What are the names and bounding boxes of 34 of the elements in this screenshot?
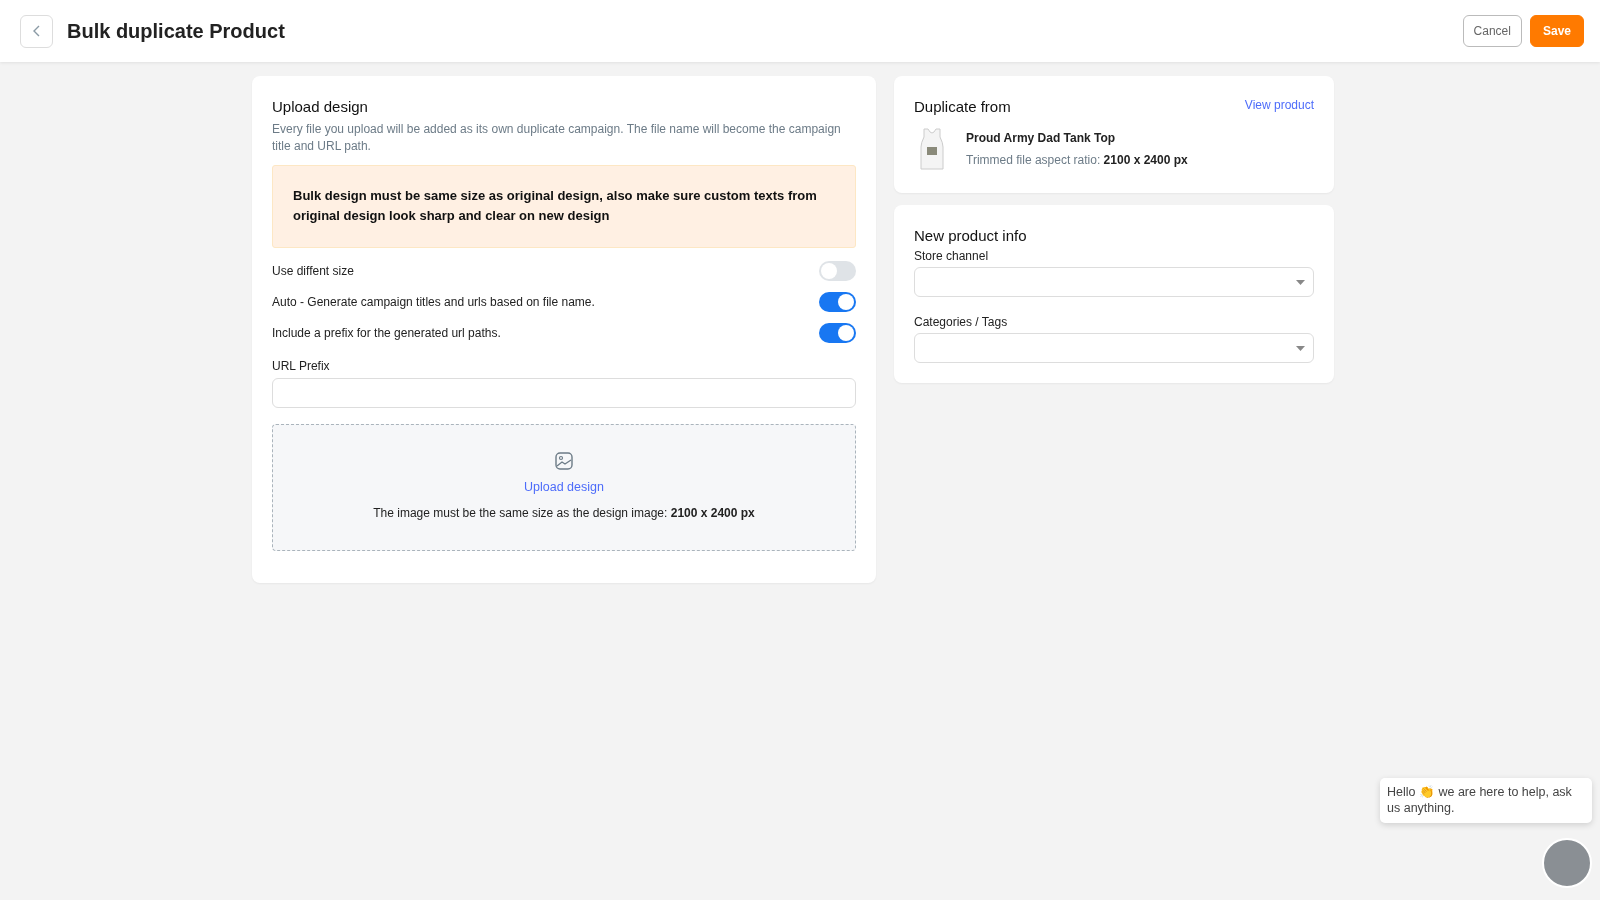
- warning-banner: Bulk design must be same size as original design, also make sure custom texts from original design look sharp and clear on new design: [272, 165, 856, 248]
- ratio-value: 2100 x 2400 px: [1103, 152, 1188, 167]
- back-icon: [31, 25, 42, 37]
- ratio-label: Trimmed file aspect ratio:: [966, 152, 1101, 167]
- caret-icon: [1296, 345, 1305, 351]
- select-field[interactable]: [914, 333, 1314, 363]
- size-hint: The image must be the same size as the design image: 2100 x 2400 px: [373, 505, 755, 523]
- chat-bubble: Hello 👏 we are here to help, ask us anything.: [1380, 778, 1592, 823]
- save-button[interactable]: Save: [1529, 15, 1584, 47]
- toggle-switch[interactable]: [819, 323, 856, 344]
- cancel-button[interactable]: Cancel: [1462, 15, 1522, 47]
- select-field[interactable]: [914, 267, 1314, 297]
- card-title: New product info: [914, 225, 1028, 246]
- toggle-label: Use diffent size: [272, 263, 354, 281]
- back-button[interactable]: [20, 14, 53, 48]
- toggle-switch[interactable]: [819, 261, 856, 282]
- card-description: Every file you upload will be added as its own duplicate campaign. The file name will become the campaign title and URL path.: [272, 120, 842, 155]
- image-icon: [555, 451, 573, 470]
- card-title: Upload design: [272, 97, 369, 117]
- upload-dropzone[interactable]: Upload design The image must be the same size as the design image: 2100 x 2400 px: [272, 423, 856, 551]
- url-prefix-field[interactable]: [272, 377, 856, 408]
- toggle-label: Auto - Generate campaign titles and urls based on file name.: [272, 294, 595, 312]
- toggle-switch[interactable]: [819, 292, 856, 313]
- field-label: Store channel: [914, 248, 990, 265]
- caret-icon: [1296, 279, 1305, 285]
- page-title: Bulk duplicate Product: [67, 19, 285, 43]
- avatar[interactable]: [1542, 838, 1592, 888]
- view-product-link[interactable]: View product: [1244, 96, 1314, 114]
- card-title: Duplicate from: [914, 97, 1011, 117]
- field-label: URL Prefix: [272, 357, 331, 375]
- toggle-label: Include a prefix for the generated url paths.: [272, 325, 501, 343]
- upload-design-link[interactable]: Upload design: [524, 477, 604, 497]
- product-name: Proud Army Dad Tank Top: [966, 129, 1117, 147]
- field-label: Categories / Tags: [914, 314, 1009, 331]
